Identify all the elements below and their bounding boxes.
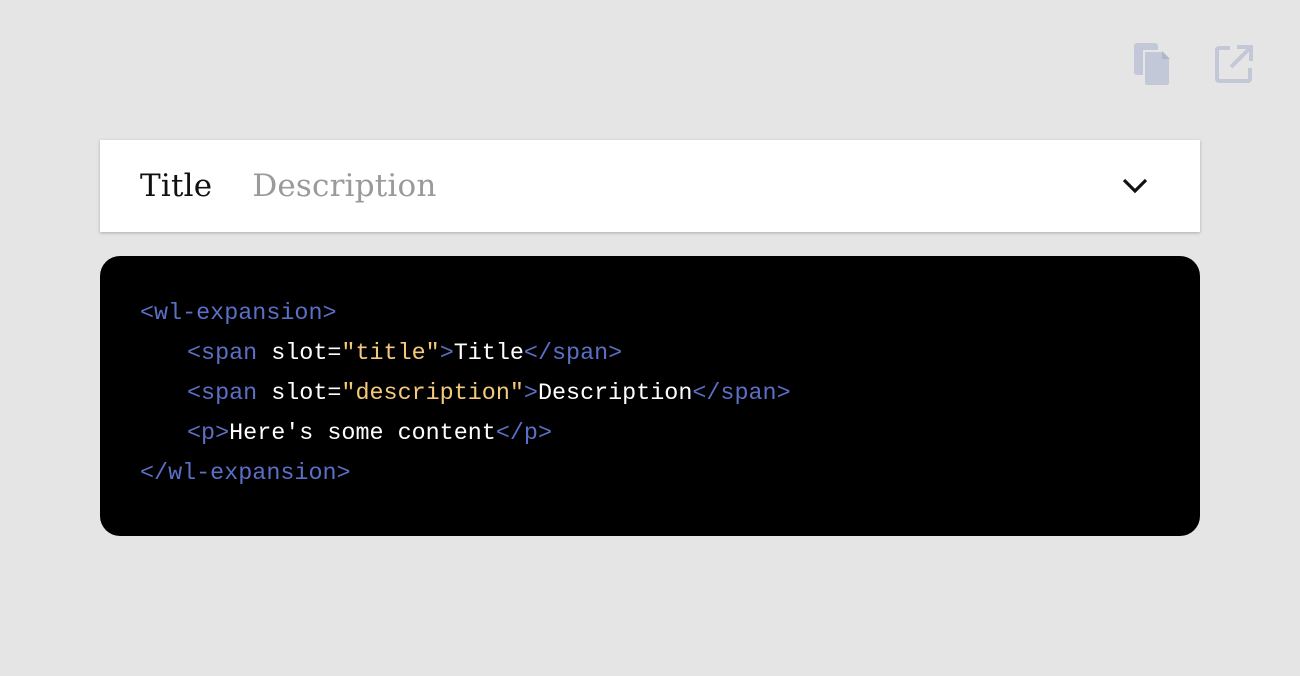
expansion-description: Description <box>252 168 437 204</box>
code-tag: </span> <box>523 341 623 367</box>
code-text: Here's some content <box>229 421 496 447</box>
expansion-panel-header[interactable]: Title Description <box>100 140 1200 232</box>
code-string: "description" <box>341 381 524 407</box>
code-tag: </p> <box>495 421 552 447</box>
expansion-title: Title <box>140 168 213 204</box>
code-attribute: slot= <box>257 381 342 407</box>
code-block: <wl-expansion> <span slot="title">Title<… <box>100 256 1200 536</box>
chevron-down-icon[interactable] <box>1120 171 1150 201</box>
code-tag: </wl-expansion> <box>140 461 351 487</box>
code-tag: <span <box>187 341 258 367</box>
code-line: <wl-expansion> <box>140 294 1160 334</box>
toolbar <box>1130 40 1256 88</box>
code-line: <span slot="title">Title</span> <box>140 334 1160 374</box>
code-line: </wl-expansion> <box>140 454 1160 494</box>
code-tag: > <box>439 341 454 367</box>
code-line: <span slot="description">Description</sp… <box>140 374 1160 414</box>
code-tag: <span <box>187 381 258 407</box>
code-string: "title" <box>341 341 440 367</box>
code-tag: > <box>523 381 538 407</box>
code-attribute: slot= <box>257 341 342 367</box>
code-text: Description <box>537 381 693 407</box>
copy-icon[interactable] <box>1130 40 1174 88</box>
code-tag: <p> <box>187 421 230 447</box>
code-tag: <wl-expansion> <box>140 301 337 327</box>
code-text: Title <box>453 341 524 367</box>
open-in-new-icon[interactable] <box>1212 40 1256 88</box>
code-tag: </span> <box>692 381 791 407</box>
code-line: <p>Here's some content</p> <box>140 414 1160 454</box>
